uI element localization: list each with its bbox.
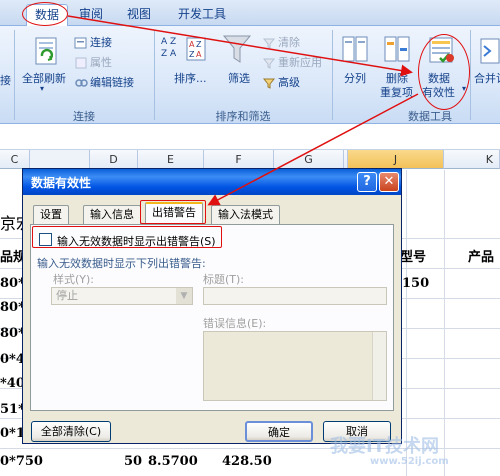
- svg-text:A Z: A Z: [161, 37, 176, 47]
- tab-view[interactable]: 视图: [124, 4, 154, 24]
- grid-line: [406, 170, 407, 476]
- sort-button[interactable]: 排序...: [174, 70, 207, 86]
- column-header-f[interactable]: F: [204, 150, 274, 169]
- section-label: 输入无效数据时显示下列出错警告:: [37, 257, 206, 270]
- connections-group-label: 连接: [73, 110, 95, 123]
- connections-label: 连接: [90, 36, 112, 49]
- consolidate-icon: [480, 36, 500, 69]
- close-button[interactable]: ✕: [379, 172, 399, 192]
- advanced-filter-icon: [262, 76, 276, 90]
- column-header-c[interactable]: C: [0, 150, 30, 169]
- svg-text:Z: Z: [196, 40, 202, 49]
- clear-filter-icon: [262, 36, 276, 50]
- tab-input-message[interactable]: 输入信息: [83, 205, 141, 224]
- group-separator: [154, 30, 155, 120]
- annotation-circle-data-tab: [22, 2, 68, 26]
- column-header-d[interactable]: D: [90, 150, 138, 169]
- advanced-button[interactable]: 高级: [262, 74, 300, 90]
- ok-button[interactable]: 确定: [245, 421, 313, 442]
- title-input[interactable]: [203, 287, 387, 305]
- tab-settings[interactable]: 设置: [33, 205, 69, 224]
- group-separator: [470, 30, 471, 120]
- ribbon-tab-bar: 数据 审阅 视图 开发工具: [0, 0, 500, 26]
- advanced-label: 高级: [278, 76, 300, 89]
- reapply-icon: [262, 56, 276, 70]
- text-to-columns-icon: [342, 34, 368, 67]
- help-button[interactable]: ?: [357, 172, 377, 192]
- edit-links-button[interactable]: 编辑链接: [74, 74, 134, 90]
- cell-product-header[interactable]: 产品: [468, 246, 494, 265]
- sort-icon: AZZA: [186, 36, 208, 65]
- cell-d-value[interactable]: 50: [124, 454, 142, 469]
- svg-text:A: A: [189, 40, 195, 49]
- group-separator: [332, 30, 333, 120]
- column-header-k[interactable]: K: [444, 150, 500, 169]
- chevron-down-icon[interactable]: ▼: [176, 288, 192, 304]
- error-message-textarea[interactable]: [203, 331, 387, 401]
- data-tools-group-label: 数据工具: [408, 110, 452, 123]
- title-label: 标题(T):: [203, 273, 245, 286]
- reapply-label: 重新应用: [278, 56, 322, 69]
- annotation-box-checkbox: [32, 226, 222, 248]
- column-header-j[interactable]: J: [348, 150, 444, 169]
- clear-filter-button: 清除: [262, 34, 300, 50]
- dialog-title: 数据有效性: [31, 176, 92, 190]
- annotation-box-error-tab: [140, 200, 206, 224]
- watermark-url: www.52ij.com: [370, 456, 449, 467]
- tab-ime-mode[interactable]: 输入法模式: [211, 205, 280, 224]
- error-alert-panel: 输入无效数据时显示出错警告(S) 输入无效数据时显示下列出错警告: 样式(Y):…: [30, 224, 394, 411]
- textarea-scrollbar[interactable]: [372, 332, 386, 400]
- cell-model-header[interactable]: 型号: [400, 246, 426, 265]
- clear-all-button[interactable]: 全部清除(C): [31, 421, 111, 442]
- sort-filter-group-label: 排序和筛选: [215, 110, 271, 123]
- dialog-title-bar[interactable]: 数据有效性 ? ✕: [23, 169, 401, 195]
- remove-duplicates-label-2[interactable]: 重复项: [380, 84, 413, 100]
- watermark-title: 我要IT技术网: [330, 436, 439, 457]
- grid-line: [444, 170, 445, 476]
- refresh-all-icon: [34, 36, 60, 69]
- cell-e-value[interactable]: 8.5700: [148, 454, 198, 469]
- connections-icon: [74, 36, 88, 50]
- edit-links-label: 编辑链接: [90, 76, 134, 89]
- properties-button: 属性: [74, 54, 112, 70]
- cell-j-value[interactable]: 150: [402, 276, 429, 291]
- cell-spec-8[interactable]: 0*750: [0, 454, 43, 469]
- style-label: 样式(Y):: [53, 273, 95, 286]
- tab-review[interactable]: 审阅: [76, 4, 106, 24]
- clear-label: 清除: [278, 36, 300, 49]
- group-separator: [14, 30, 15, 120]
- column-header-g[interactable]: G: [274, 150, 344, 169]
- chevron-down-icon[interactable]: ▾: [40, 84, 44, 93]
- svg-text:Z A: Z A: [161, 49, 177, 59]
- properties-label: 属性: [90, 56, 112, 69]
- filter-funnel-icon: [222, 32, 252, 69]
- annotation-circle-validation: [418, 34, 470, 110]
- reapply-button: 重新应用: [262, 54, 322, 70]
- text-to-columns-button[interactable]: 分列: [344, 70, 366, 86]
- column-header-e[interactable]: E: [138, 150, 204, 169]
- style-select-value: 停止: [56, 289, 78, 302]
- style-select[interactable]: 停止 ▼: [51, 287, 193, 305]
- filter-button[interactable]: 筛选: [228, 70, 250, 86]
- remove-duplicates-icon: [384, 34, 410, 67]
- link-icon: [74, 76, 88, 90]
- tab-developer[interactable]: 开发工具: [174, 4, 230, 24]
- sort-az-icon: A Z Z A: [160, 34, 180, 63]
- column-header-blank[interactable]: [30, 150, 90, 169]
- properties-icon: [74, 56, 88, 70]
- message-label: 错误信息(E):: [203, 317, 267, 330]
- svg-text:Z: Z: [189, 50, 195, 59]
- svg-text:A: A: [196, 50, 202, 59]
- consolidate-button[interactable]: 合并计: [474, 70, 500, 86]
- formula-bar-area: [0, 124, 500, 150]
- cut-off-label: 接: [0, 74, 11, 87]
- cell-f-value[interactable]: 428.50: [222, 454, 272, 469]
- data-validation-dialog: 数据有效性 ? ✕ 设置 输入信息 出错警告 输入法模式 输入无效数据时显示出错…: [22, 168, 402, 444]
- connections-button[interactable]: 连接: [74, 34, 112, 50]
